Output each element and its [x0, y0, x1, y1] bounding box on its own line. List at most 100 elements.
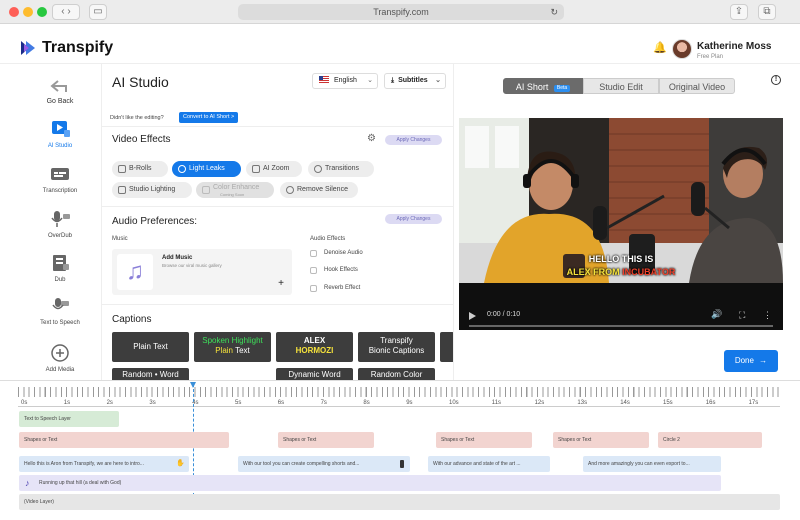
tts-track[interactable]: Text to Speech Layer	[19, 411, 119, 427]
avatar[interactable]	[672, 39, 692, 59]
left-sidebar: Go Back AI Studio Transcription OverDub …	[18, 64, 102, 380]
caption-clip[interactable]: And more amazingly you can even export t…	[583, 456, 721, 472]
effect-color-enhance: Color Enhance Coming Soon	[196, 182, 274, 198]
transitions-icon	[314, 165, 322, 173]
effect-studio-lighting[interactable]: Studio Lighting	[112, 182, 192, 198]
play-icon[interactable]	[469, 312, 476, 320]
url-bar[interactable]: Transpify.com ↻	[238, 4, 564, 20]
close-window-icon[interactable]	[9, 7, 19, 17]
video-progress-bar[interactable]	[469, 325, 773, 327]
effect-transitions[interactable]: Transitions	[308, 161, 374, 177]
chip-label: AI Zoom	[263, 165, 290, 172]
minimize-window-icon[interactable]	[23, 7, 33, 17]
caption-style-random-color[interactable]: Random Color	[358, 368, 435, 380]
back-forward-icon[interactable]: ‹ ›	[52, 4, 80, 20]
chevron-down-icon: ⌄	[435, 77, 441, 84]
hook-effects-checkbox[interactable]	[310, 267, 317, 274]
text-to-speech-icon	[52, 298, 69, 310]
bell-icon[interactable]: 🔔	[653, 41, 667, 54]
shape-clip[interactable]: Shapes or Text	[278, 432, 374, 448]
chevron-down-icon: ⌄	[367, 77, 373, 84]
timeline-tick-label: 8s	[363, 400, 370, 406]
sidebar-item-add-media[interactable]: Add Media	[18, 344, 102, 373]
tab-studio-edit[interactable]: Studio Edit	[583, 78, 659, 94]
reverb-checkbox[interactable]	[310, 285, 317, 292]
sidebar-item-overdub[interactable]: OverDub	[18, 210, 102, 239]
subtitles-label: Subtitles	[398, 77, 428, 84]
share-icon[interactable]: ⇪	[730, 4, 748, 20]
sidebar-item-label: Add Media	[45, 367, 75, 373]
sidebar-icon[interactable]: ▭	[89, 4, 107, 20]
timeline-tick-label: 15s	[663, 400, 673, 406]
music-label: Music	[112, 236, 128, 242]
effect-b-rolls[interactable]: B-Rolls	[112, 161, 168, 177]
sidebar-item-transcription[interactable]: Transcription	[18, 165, 102, 194]
caption-clip[interactable]: Hello this is Aron from Transpify, we ar…	[19, 456, 189, 472]
effect-ai-zoom[interactable]: AI Zoom	[246, 161, 302, 177]
caption-style-spoken-highlight[interactable]: Spoken Highlight Plain Text	[194, 332, 271, 362]
caption-style-dynamic-word[interactable]: Dynamic Word	[276, 368, 353, 380]
done-label: Done	[734, 356, 754, 365]
caption-clip[interactable]: With our advance and state of the art ..…	[428, 456, 550, 472]
caption-line: Spoken Highlight	[202, 336, 263, 345]
playhead-handle-icon[interactable]	[190, 382, 196, 388]
more-options-icon[interactable]: ⋮	[763, 310, 772, 321]
back-arrow-icon	[50, 80, 67, 92]
sidebar-item-dub[interactable]: Dub	[18, 254, 102, 283]
shape-clip[interactable]: Shapes or Text	[436, 432, 532, 448]
caption-style-bionic[interactable]: Transpify Bionic Captions	[358, 332, 435, 362]
track-label: Shapes or Text	[441, 437, 475, 443]
caption-line: Random • Word	[122, 370, 179, 379]
plus-icon[interactable]: +	[278, 278, 284, 289]
user-plan: Free Plan	[697, 54, 724, 60]
caption-line-1: HELLO THIS IS	[588, 254, 654, 264]
go-back-button[interactable]: Go Back	[18, 78, 102, 105]
shape-clip[interactable]: Shapes or Text	[19, 432, 229, 448]
caption-line-2: ALEX FROM INCUBATOR	[529, 266, 713, 279]
caption-line: HORMOZI	[295, 346, 334, 355]
caption-style-plain[interactable]: Plain Text	[112, 332, 189, 362]
subtitles-select[interactable]: ⤓ Subtitles ⌄	[384, 73, 446, 89]
timeline-tick-label: 1s	[63, 400, 71, 406]
track-label: Shapes or Text	[283, 437, 317, 443]
track-label: Shapes or Text	[24, 437, 58, 443]
add-media-icon	[51, 344, 69, 362]
convert-to-ai-short-button[interactable]: Convert to AI Short >	[179, 112, 239, 123]
effect-remove-silence[interactable]: Remove Silence	[280, 182, 358, 198]
apply-changes-button[interactable]: Apply Changes	[385, 135, 442, 145]
video-track[interactable]: (Video Layer)	[19, 494, 780, 510]
shape-clip[interactable]: Shapes or Text	[553, 432, 649, 448]
caption-style-more[interactable]	[440, 332, 453, 362]
sliders-icon[interactable]: ⚙	[367, 133, 376, 144]
url-text: Transpify.com	[373, 7, 429, 17]
denoise-checkbox[interactable]	[310, 250, 317, 257]
sidebar-item-ai-studio[interactable]: AI Studio	[18, 120, 102, 149]
timeline[interactable]: 0s 1s 2s 3s 4s 5s 6s 7s 8s 9s 10s 11s 12s 13s 14s 15s 16…	[0, 380, 800, 520]
reload-icon[interactable]: ↻	[550, 4, 558, 20]
tabs-icon[interactable]: ⧉	[758, 4, 776, 20]
info-icon[interactable]: !	[771, 75, 781, 85]
done-button[interactable]: Done →	[724, 350, 778, 372]
tab-original-video[interactable]: Original Video	[659, 78, 735, 94]
language-select[interactable]: English ⌄	[312, 73, 378, 89]
add-music-card[interactable]: ♫ Add Music Browse our viral music galle…	[112, 249, 292, 295]
caption-line: Dynamic Word	[288, 370, 341, 379]
chip-label: B-Rolls	[129, 165, 152, 172]
apply-changes-button[interactable]: Apply Changes	[385, 214, 442, 224]
tab-ai-short[interactable]: AI Short Beta	[503, 78, 583, 94]
effect-light-leaks[interactable]: Light Leaks	[172, 161, 241, 177]
video-player[interactable]: HELLO THIS IS ALEX FROM INCUBATOR 0:00 /…	[459, 118, 783, 330]
sidebar-item-text-to-speech[interactable]: Text to Speech	[18, 297, 102, 326]
caption-line: Bionic Captions	[368, 346, 425, 355]
music-track[interactable]: ♪ Running up that hill (a deal with God)	[19, 475, 721, 491]
caption-style-random-word[interactable]: Random • Word	[112, 368, 189, 380]
time-display: 0:00 / 0:10	[487, 311, 521, 318]
maximize-window-icon[interactable]	[37, 7, 47, 17]
chip-label: Studio Lighting	[129, 186, 176, 193]
caption-style-alex-hormozi[interactable]: ALEX HORMOZI	[276, 332, 353, 362]
chip-label: Transitions	[325, 165, 359, 172]
shape-clip[interactable]: Circle 2	[658, 432, 762, 448]
caption-clip[interactable]: With our tool you can create compelling …	[238, 456, 410, 472]
fullscreen-icon[interactable]: ⛶	[739, 310, 745, 321]
volume-icon[interactable]: 🔊	[711, 309, 722, 320]
